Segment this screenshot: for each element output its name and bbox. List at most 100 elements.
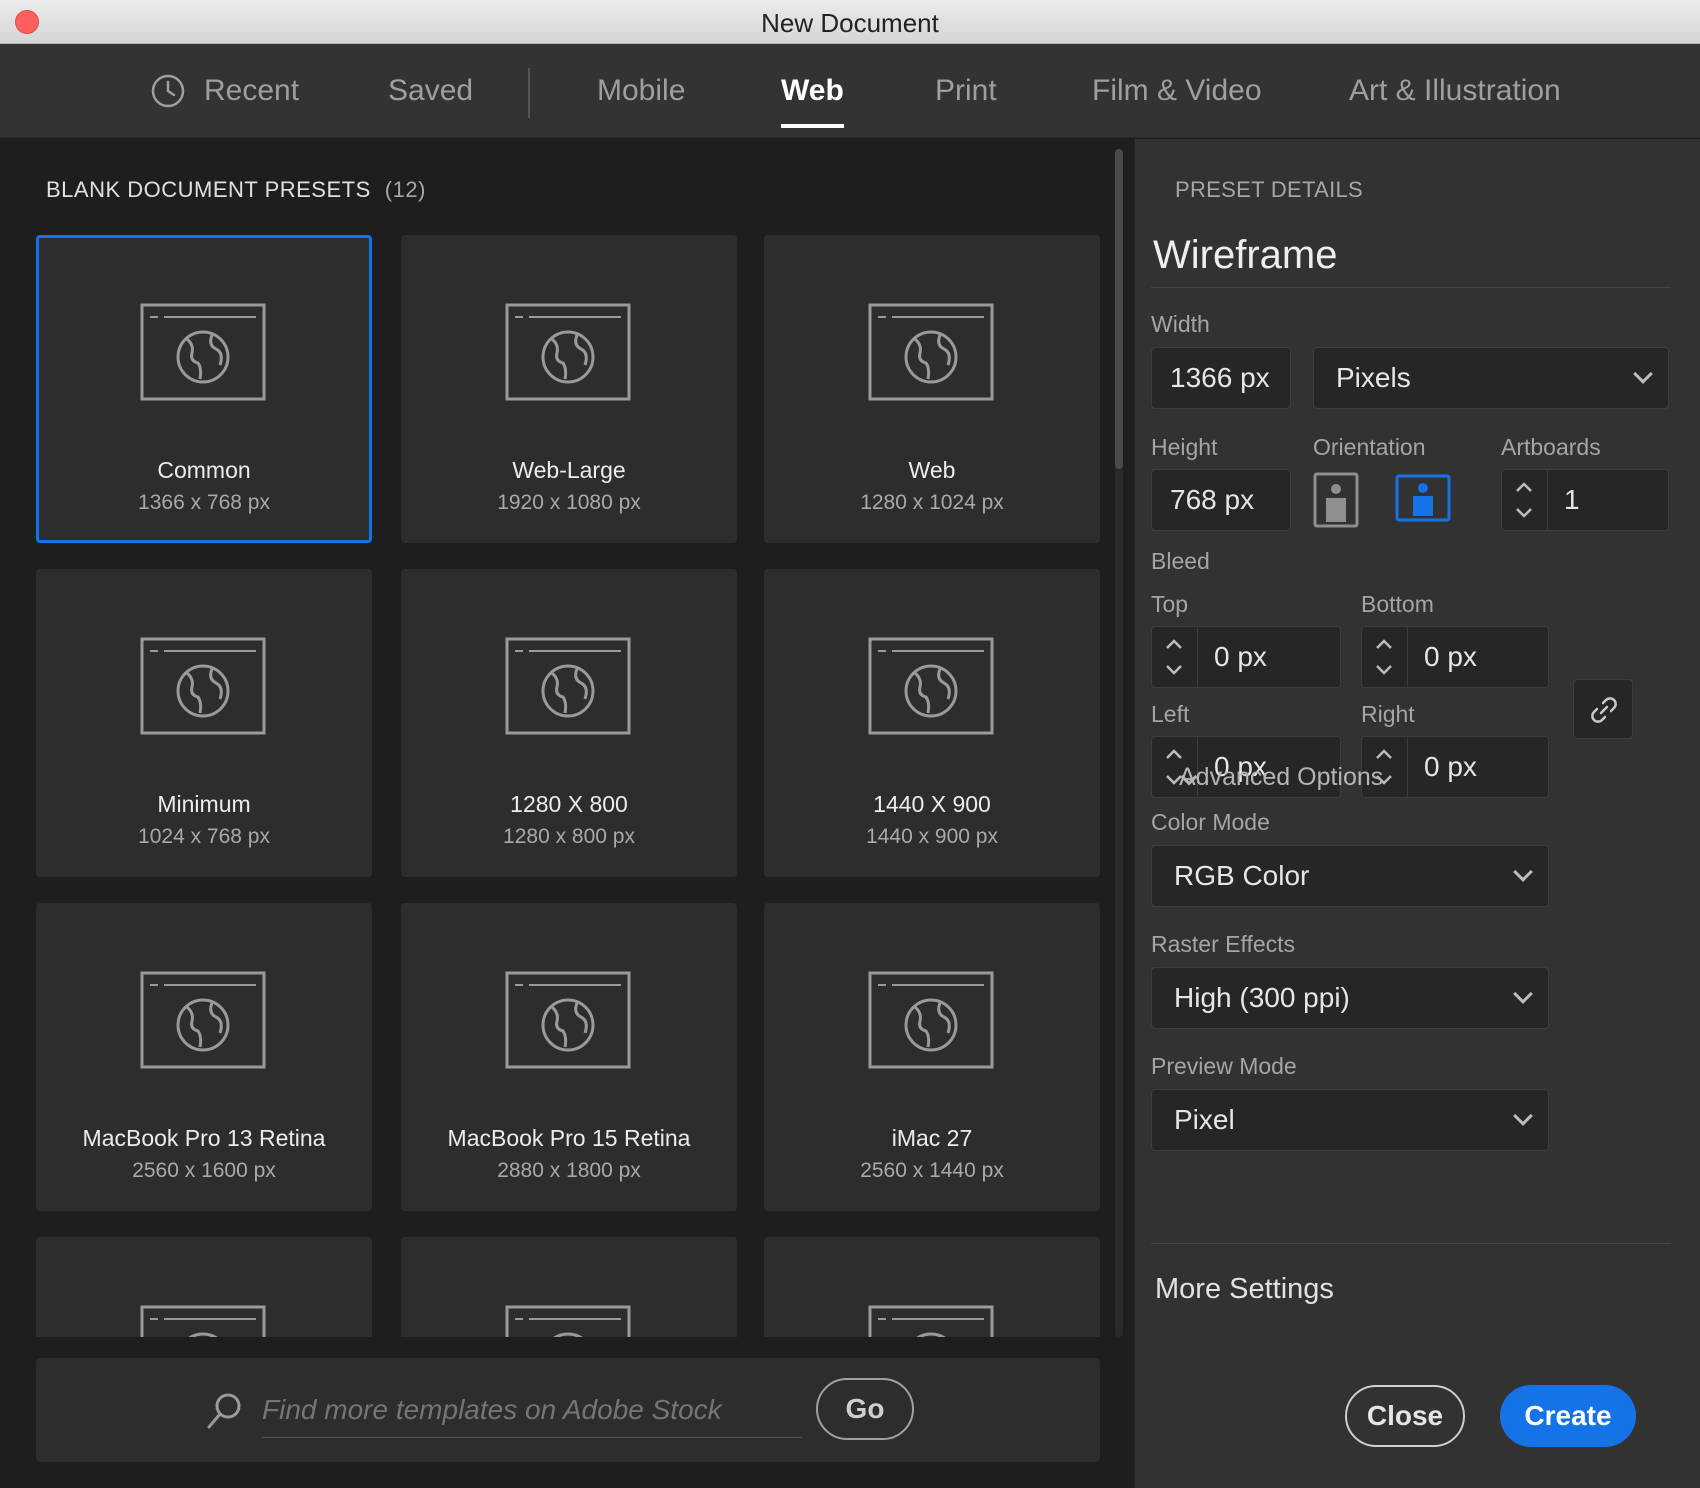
- tab-divider: [528, 68, 530, 118]
- preset-name: iMac 27: [891, 1125, 973, 1151]
- bleed-top-value: 0 px: [1214, 641, 1267, 672]
- portrait-orientation-icon[interactable]: [1313, 472, 1359, 528]
- artboards-field[interactable]: 1: [1501, 469, 1669, 531]
- create-button[interactable]: Create: [1500, 1385, 1636, 1447]
- preset-name: MacBook Pro 13 Retina: [82, 1125, 326, 1151]
- raster-effects-value: High (300 ppi): [1174, 982, 1350, 1013]
- preset-size: 2560 x 1440 px: [860, 1159, 1004, 1182]
- preview-mode-select[interactable]: Pixel: [1151, 1089, 1549, 1151]
- presets-pane: BLANK DOCUMENT PRESETS (12) Common 1366 x…: [0, 139, 1133, 1488]
- raster-effects-select[interactable]: High (300 ppi): [1151, 967, 1549, 1029]
- preset-name-field[interactable]: Wireframe: [1153, 233, 1337, 278]
- divider: [1151, 287, 1671, 288]
- chevron-down-icon: [1513, 984, 1533, 1004]
- bleed-bottom-field[interactable]: 0 px: [1361, 626, 1549, 688]
- chevron-down-icon[interactable]: [1513, 506, 1535, 520]
- bleed-left-label: Left: [1151, 701, 1190, 727]
- chevron-down-icon: [1633, 364, 1653, 384]
- color-mode-select[interactable]: RGB Color: [1151, 845, 1549, 907]
- preset-card[interactable]: 1280 X 800 1280 x 800 px: [401, 569, 737, 877]
- orientation-label: Orientation: [1313, 434, 1426, 460]
- preset-card[interactable]: [764, 1237, 1100, 1337]
- preset-card[interactable]: iMac 27 2560 x 1440 px: [764, 903, 1100, 1211]
- web-document-icon: [868, 1305, 994, 1337]
- preset-card[interactable]: Web 1280 x 1024 px: [764, 235, 1100, 543]
- preset-name: 1440 X 900: [873, 791, 991, 817]
- chevron-down-icon[interactable]: [1373, 663, 1395, 677]
- window-title: New Document: [761, 8, 939, 38]
- preset-card[interactable]: [36, 1237, 372, 1337]
- stock-search-input[interactable]: [262, 1382, 802, 1438]
- preset-card[interactable]: Minimum 1024 x 768 px: [36, 569, 372, 877]
- web-document-icon: [505, 1305, 631, 1337]
- bleed-top-stepper[interactable]: [1152, 627, 1198, 687]
- color-mode-label: Color Mode: [1151, 809, 1270, 835]
- tab-web[interactable]: Web: [781, 44, 844, 138]
- bleed-top-field[interactable]: 0 px: [1151, 626, 1341, 688]
- web-document-icon: [868, 303, 994, 401]
- preset-name: MacBook Pro 15 Retina: [447, 1125, 691, 1151]
- scrollbar-thumb[interactable]: [1115, 149, 1123, 469]
- artboards-stepper[interactable]: [1502, 470, 1548, 530]
- height-field[interactable]: 768 px: [1151, 469, 1291, 531]
- preset-size: 1024 x 768 px: [138, 825, 270, 848]
- chevron-down-icon[interactable]: [1163, 663, 1185, 677]
- title-bar: New Document: [0, 0, 1700, 44]
- width-label: Width: [1151, 311, 1210, 337]
- chevron-up-icon[interactable]: [1163, 637, 1185, 651]
- tab-mobile[interactable]: Mobile: [597, 44, 685, 138]
- presets-heading: BLANK DOCUMENT PRESETS (12): [46, 177, 426, 203]
- chevron-up-icon[interactable]: [1513, 480, 1535, 494]
- chevron-down-icon: [1513, 862, 1533, 882]
- web-document-icon: [140, 1305, 266, 1337]
- divider: [1151, 1243, 1671, 1244]
- preset-card[interactable]: [401, 1237, 737, 1337]
- tab-art-illustration[interactable]: Art & Illustration: [1349, 44, 1561, 138]
- web-document-icon: [868, 637, 994, 735]
- height-label: Height: [1151, 434, 1218, 460]
- advanced-options-toggle[interactable]: Advanced Options: [1151, 763, 1383, 792]
- go-button[interactable]: Go: [816, 1378, 914, 1440]
- bleed-right-field[interactable]: 0 px: [1361, 736, 1549, 798]
- advanced-options-label: Advanced Options: [1179, 763, 1384, 791]
- width-value: 1366 px: [1170, 362, 1270, 393]
- bleed-label: Bleed: [1151, 548, 1210, 574]
- bleed-top-label: Top: [1151, 591, 1189, 617]
- tab-recent[interactable]: Recent: [204, 44, 299, 138]
- chevron-up-icon[interactable]: [1163, 747, 1185, 761]
- presets-count: (12): [384, 177, 426, 202]
- web-document-icon: [140, 971, 266, 1069]
- tab-saved[interactable]: Saved: [388, 44, 473, 138]
- units-select[interactable]: Pixels: [1313, 347, 1669, 409]
- preset-size: 1440 x 900 px: [866, 825, 998, 848]
- preset-name: Web-Large: [512, 457, 626, 483]
- preset-card[interactable]: MacBook Pro 13 Retina 2560 x 1600 px: [36, 903, 372, 1211]
- preset-name: Minimum: [157, 791, 251, 817]
- preview-mode-label: Preview Mode: [1151, 1053, 1297, 1079]
- web-document-icon: [505, 303, 631, 401]
- preset-grid: Common 1366 x 768 px Web-Large 1920 x 10…: [36, 235, 1100, 1337]
- tab-film-video[interactable]: Film & Video: [1092, 44, 1262, 138]
- preset-card[interactable]: Common 1366 x 768 px: [36, 235, 372, 543]
- preset-size: 2880 x 1800 px: [497, 1159, 641, 1182]
- preset-scrollbar[interactable]: [1115, 149, 1123, 1337]
- bleed-bottom-value: 0 px: [1424, 641, 1477, 672]
- width-field[interactable]: 1366 px: [1151, 347, 1291, 409]
- preset-card[interactable]: Web-Large 1920 x 1080 px: [401, 235, 737, 543]
- bleed-right-value: 0 px: [1424, 751, 1477, 782]
- preset-card[interactable]: MacBook Pro 15 Retina 2880 x 1800 px: [401, 903, 737, 1211]
- preset-card[interactable]: 1440 X 900 1440 x 900 px: [764, 569, 1100, 877]
- web-document-icon: [505, 637, 631, 735]
- landscape-orientation-icon[interactable]: [1395, 474, 1451, 522]
- bleed-bottom-stepper[interactable]: [1362, 627, 1408, 687]
- tab-print[interactable]: Print: [935, 44, 997, 138]
- search-icon: [207, 1393, 241, 1429]
- link-bleed-button[interactable]: [1573, 679, 1633, 739]
- chevron-up-icon[interactable]: [1373, 637, 1395, 651]
- more-settings-link[interactable]: More Settings: [1155, 1273, 1334, 1306]
- close-button[interactable]: Close: [1345, 1385, 1465, 1447]
- color-mode-value: RGB Color: [1174, 860, 1310, 891]
- artboards-label: Artboards: [1501, 434, 1601, 460]
- presets-heading-label: BLANK DOCUMENT PRESETS: [46, 177, 371, 202]
- chevron-up-icon[interactable]: [1373, 747, 1395, 761]
